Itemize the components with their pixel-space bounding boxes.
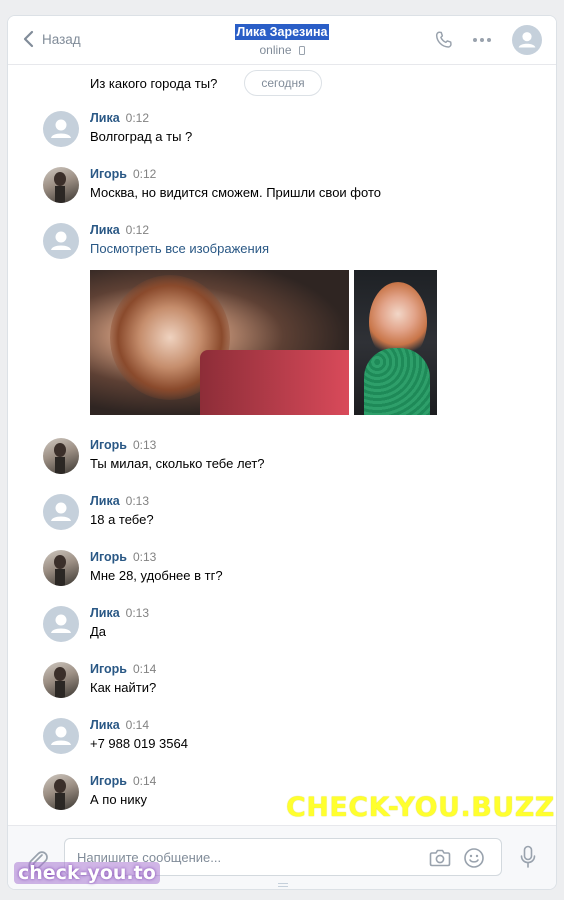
message-text: Как найти? <box>90 680 157 695</box>
sender-name[interactable]: Лика <box>90 606 120 620</box>
message-time[interactable]: 0:12 <box>133 167 156 181</box>
sender-name[interactable]: Игорь <box>90 774 127 788</box>
avatar[interactable] <box>43 438 79 474</box>
avatar[interactable] <box>43 774 79 810</box>
mobile-icon <box>298 45 305 55</box>
avatar[interactable] <box>43 494 79 530</box>
message-text: Волгоград а ты ? <box>90 129 193 144</box>
user-placeholder-icon <box>51 119 71 138</box>
user-photo-icon <box>54 172 66 203</box>
message-time[interactable]: 0:14 <box>133 662 156 676</box>
more-icon[interactable] <box>471 32 493 48</box>
message-time[interactable]: 0:13 <box>133 550 156 564</box>
avatar[interactable] <box>43 167 79 203</box>
user-placeholder-icon <box>51 502 71 521</box>
watermark-small: check-you.to <box>14 862 160 884</box>
header-avatar[interactable] <box>512 25 542 55</box>
photo-attachment[interactable] <box>90 270 349 415</box>
message-text: +7 988 019 3564 <box>90 736 188 751</box>
message-text: Мне 28, удобнее в тг? <box>90 568 223 583</box>
avatar[interactable] <box>43 718 79 754</box>
status-text: online <box>259 43 292 57</box>
user-placeholder-icon <box>51 726 71 745</box>
message-text: Да <box>90 624 107 639</box>
message-text: 18 а тебе? <box>90 512 154 527</box>
message-text: Москва, но видится сможем. Пришли свои ф… <box>90 185 381 200</box>
microphone-icon[interactable] <box>520 845 536 869</box>
avatar[interactable] <box>43 662 79 698</box>
message-text: Из какого города ты? <box>90 76 218 91</box>
message-time[interactable]: 0:13 <box>126 606 149 620</box>
message-time[interactable]: 0:12 <box>126 111 149 125</box>
chat-header: Назад Лика Зарезина online <box>8 16 556 65</box>
message-time[interactable]: 0:14 <box>126 718 149 732</box>
date-separator: сегодня <box>244 70 322 96</box>
avatar[interactable] <box>43 223 79 259</box>
sender-name[interactable]: Игорь <box>90 662 127 676</box>
user-photo-icon <box>54 555 66 586</box>
chat-title[interactable]: Лика Зарезина <box>234 24 330 40</box>
avatar[interactable] <box>43 111 79 147</box>
user-placeholder-icon <box>518 32 536 48</box>
camera-icon[interactable] <box>429 848 451 868</box>
message-text: А по нику <box>90 792 147 807</box>
sender-name[interactable]: Лика <box>90 111 120 125</box>
sender-name[interactable]: Игорь <box>90 550 127 564</box>
user-photo-icon <box>54 443 66 474</box>
message-time[interactable]: 0:13 <box>126 494 149 508</box>
watermark-large: CHECK-YOU.BUZZ <box>286 792 555 823</box>
user-photo-icon <box>54 667 66 698</box>
view-all-images-link[interactable]: Посмотреть все изображения <box>90 241 269 256</box>
message-text: Ты милая, сколько тебе лет? <box>90 456 265 471</box>
user-placeholder-icon <box>51 614 71 633</box>
user-photo-icon <box>54 779 66 810</box>
resize-handle[interactable] <box>278 883 288 887</box>
chat-window: Назад Лика Зарезина online Из какого гор… <box>7 15 557 890</box>
sender-name[interactable]: Игорь <box>90 438 127 452</box>
avatar[interactable] <box>43 550 79 586</box>
user-placeholder-icon <box>51 231 71 250</box>
sender-name[interactable]: Лика <box>90 718 120 732</box>
avatar[interactable] <box>43 606 79 642</box>
sender-name[interactable]: Лика <box>90 494 120 508</box>
phone-icon[interactable] <box>433 29 455 51</box>
photo-attachment[interactable] <box>354 270 437 415</box>
message-list[interactable]: Из какого города ты? сегодня Лика 0:12 Во… <box>8 66 556 826</box>
message-time[interactable]: 0:12 <box>126 223 149 237</box>
message-time[interactable]: 0:14 <box>133 774 156 788</box>
sender-name[interactable]: Лика <box>90 223 120 237</box>
emoji-icon[interactable] <box>463 847 485 869</box>
sender-name[interactable]: Игорь <box>90 167 127 181</box>
message-time[interactable]: 0:13 <box>133 438 156 452</box>
